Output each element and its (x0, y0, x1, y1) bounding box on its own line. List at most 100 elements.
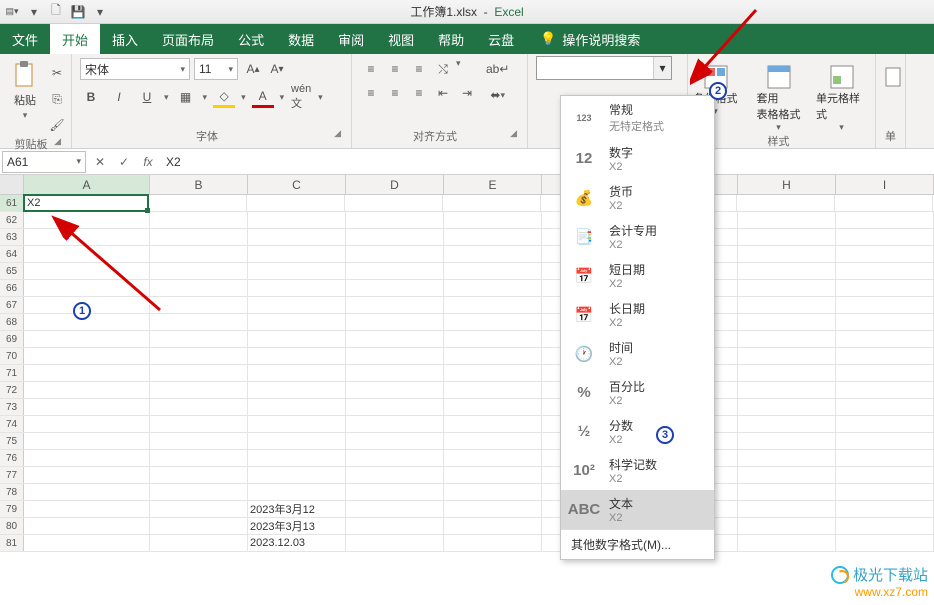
align-top-icon[interactable]: ≡ (360, 58, 382, 80)
tab-home[interactable]: 开始 (50, 24, 100, 54)
cell[interactable] (150, 535, 248, 551)
cell[interactable] (248, 297, 346, 313)
cancel-icon[interactable]: ✕ (88, 155, 112, 169)
cell[interactable]: 2023年3月12 (248, 501, 346, 517)
new-file-icon[interactable]: 🗋 (48, 4, 64, 20)
align-right-icon[interactable]: ≡ (408, 82, 430, 104)
tell-me-search[interactable]: 💡 操作说明搜索 (526, 30, 640, 49)
cell[interactable] (444, 450, 542, 466)
cell[interactable] (248, 433, 346, 449)
row-header-81[interactable]: 81 (0, 535, 24, 551)
cell-styles-button[interactable]: 单元格样式▾ (816, 64, 867, 133)
row-header-61[interactable]: 61 (0, 195, 24, 211)
cell[interactable] (444, 382, 542, 398)
row-header-80[interactable]: 80 (0, 518, 24, 534)
cell[interactable] (444, 280, 542, 296)
cell[interactable] (150, 229, 248, 245)
cell[interactable] (738, 399, 836, 415)
format-option-数字[interactable]: 12数字X2 (561, 139, 714, 178)
tab-formula[interactable]: 公式 (226, 24, 276, 54)
cell[interactable] (738, 535, 836, 551)
underline-button[interactable]: U (136, 86, 158, 108)
cell[interactable] (444, 501, 542, 517)
cell[interactable] (247, 195, 345, 211)
tab-file[interactable]: 文件 (0, 24, 50, 54)
cell[interactable] (444, 535, 542, 551)
cell[interactable] (24, 229, 150, 245)
cell[interactable] (346, 382, 444, 398)
row-header-78[interactable]: 78 (0, 484, 24, 500)
cell[interactable] (836, 382, 934, 398)
tab-data[interactable]: 数据 (276, 24, 326, 54)
qat-more-icon[interactable]: ▾ (26, 4, 42, 20)
cell[interactable] (248, 348, 346, 364)
cell[interactable] (150, 348, 248, 364)
cell[interactable] (444, 263, 542, 279)
cell[interactable] (737, 195, 835, 211)
align-launcher-icon[interactable]: ◢ (510, 128, 519, 139)
row-header-65[interactable]: 65 (0, 263, 24, 279)
cell[interactable] (150, 501, 248, 517)
row-header-74[interactable]: 74 (0, 416, 24, 432)
qat-dropdown-icon[interactable]: ▤▾ (4, 4, 20, 20)
row-header-66[interactable]: 66 (0, 280, 24, 296)
cell[interactable] (836, 535, 934, 551)
row-header-63[interactable]: 63 (0, 229, 24, 245)
cell[interactable] (836, 416, 934, 432)
cell[interactable] (444, 246, 542, 262)
cell[interactable] (345, 195, 443, 211)
cell[interactable] (738, 501, 836, 517)
row-header-67[interactable]: 67 (0, 297, 24, 313)
row-header-62[interactable]: 62 (0, 212, 24, 228)
col-header-B[interactable]: B (150, 175, 248, 194)
cell[interactable] (150, 416, 248, 432)
cell[interactable] (150, 450, 248, 466)
cell[interactable] (346, 314, 444, 330)
cell[interactable] (346, 263, 444, 279)
cell[interactable] (150, 467, 248, 483)
cell[interactable] (248, 416, 346, 432)
cell[interactable] (24, 246, 150, 262)
cell[interactable] (150, 399, 248, 415)
cell[interactable] (346, 535, 444, 551)
format-option-分数[interactable]: ½分数X2 (561, 412, 714, 451)
cell[interactable] (24, 467, 150, 483)
cell[interactable] (248, 263, 346, 279)
align-left-icon[interactable]: ≡ (360, 82, 382, 104)
cell[interactable] (248, 484, 346, 500)
qat-customize-icon[interactable]: ▾ (92, 4, 108, 20)
cell[interactable] (150, 365, 248, 381)
tab-help[interactable]: 帮助 (426, 24, 476, 54)
cell[interactable] (738, 382, 836, 398)
align-center-icon[interactable]: ≡ (384, 82, 406, 104)
italic-button[interactable]: I (108, 86, 130, 108)
cell[interactable] (346, 331, 444, 347)
cell[interactable] (836, 212, 934, 228)
number-format-dropdown-icon[interactable]: ▾ (653, 57, 671, 79)
cell[interactable] (835, 195, 933, 211)
cell[interactable] (24, 348, 150, 364)
cell[interactable] (150, 297, 248, 313)
cell[interactable] (150, 331, 248, 347)
cell[interactable] (738, 229, 836, 245)
col-header-D[interactable]: D (346, 175, 444, 194)
cell[interactable] (738, 314, 836, 330)
row-header-69[interactable]: 69 (0, 331, 24, 347)
formula-input[interactable]: X2 (160, 155, 934, 169)
font-launcher-icon[interactable]: ◢ (334, 128, 343, 139)
cell[interactable] (150, 484, 248, 500)
cell[interactable] (248, 280, 346, 296)
cell[interactable] (444, 365, 542, 381)
cut-icon[interactable]: ✂ (46, 62, 68, 84)
row-header-64[interactable]: 64 (0, 246, 24, 262)
cell[interactable] (738, 484, 836, 500)
tab-view[interactable]: 视图 (376, 24, 426, 54)
col-header-I[interactable]: I (836, 175, 934, 194)
font-name-combo[interactable]: 宋体▾ (80, 58, 190, 80)
row-header-75[interactable]: 75 (0, 433, 24, 449)
tab-insert[interactable]: 插入 (100, 24, 150, 54)
cell[interactable] (738, 246, 836, 262)
format-option-货币[interactable]: 💰货币X2 (561, 178, 714, 217)
col-header-E[interactable]: E (444, 175, 542, 194)
format-option-百分比[interactable]: %百分比X2 (561, 373, 714, 412)
